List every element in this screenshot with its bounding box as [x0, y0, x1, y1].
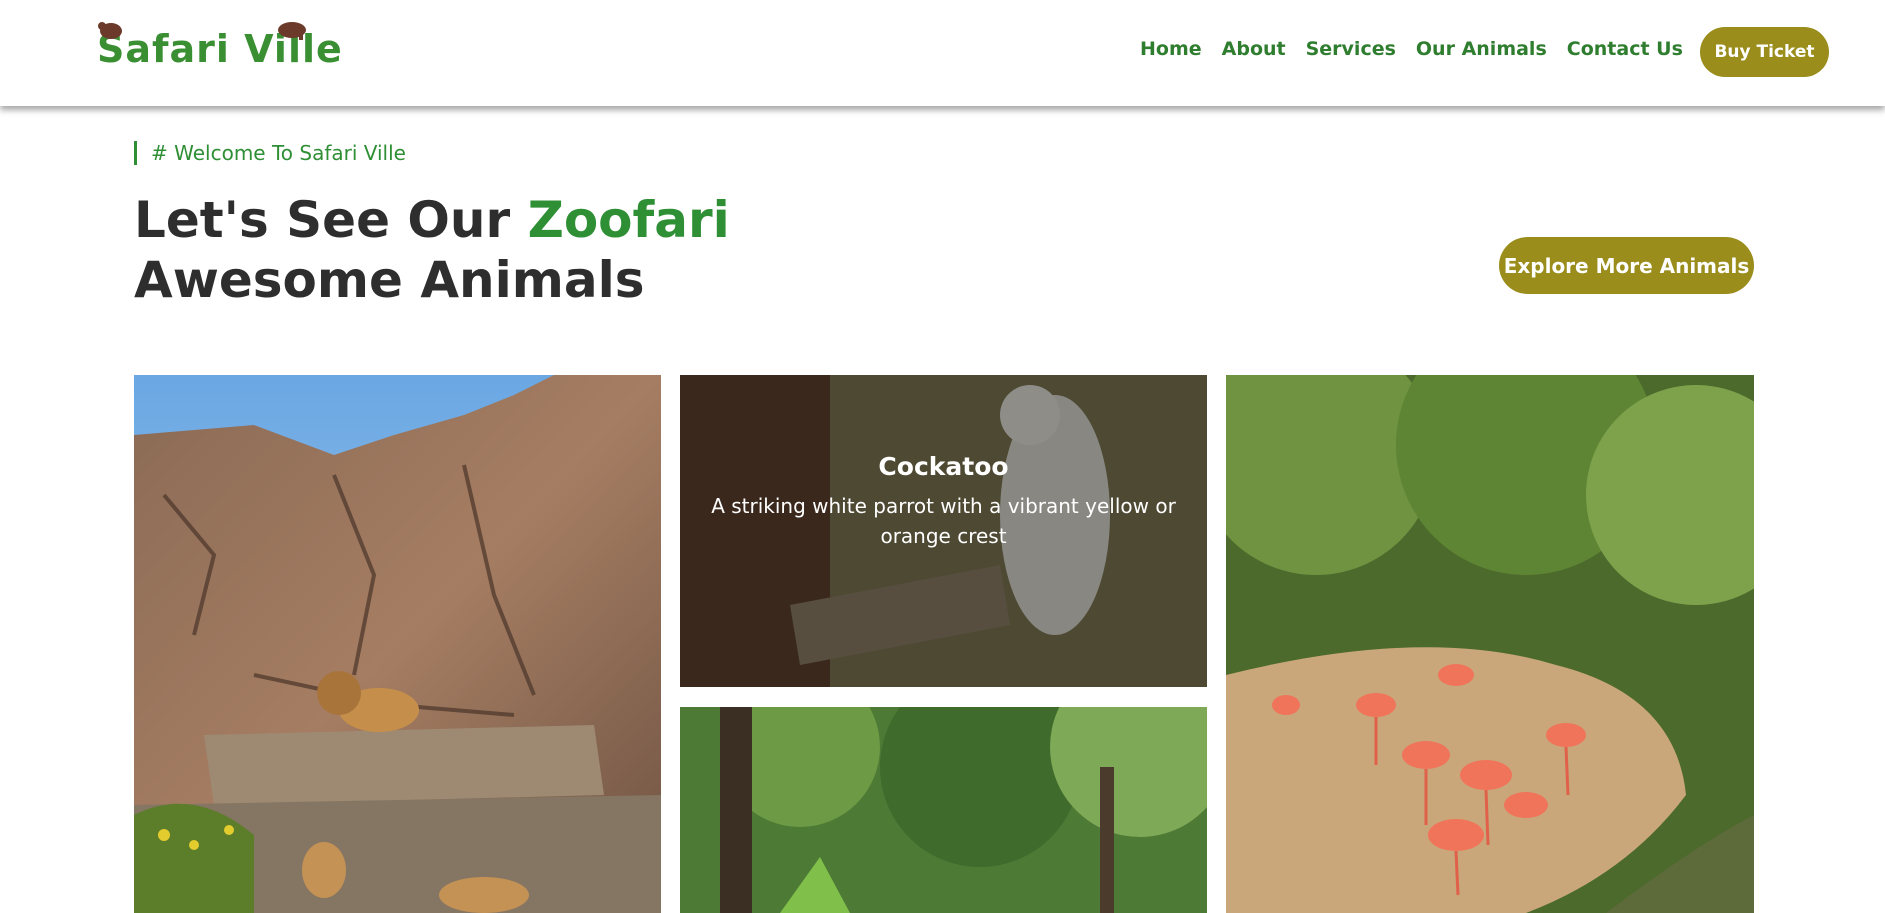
headline-accent: Zoofari: [527, 191, 730, 249]
animal-card-cockatoo[interactable]: Cockatoo A striking white parrot with a …: [680, 375, 1207, 687]
animal-card-forest[interactable]: [680, 707, 1207, 913]
card-title: Cockatoo: [878, 451, 1009, 481]
explore-more-animals-button[interactable]: Explore More Animals: [1499, 237, 1754, 294]
card-description: A striking white parrot with a vibrant y…: [711, 493, 1176, 548]
nav-our-animals[interactable]: Our Animals: [1416, 38, 1547, 60]
section-eyebrow: # Welcome To Safari Ville: [134, 141, 406, 165]
cockatoo-overlay: Cockatoo A striking white parrot with a …: [680, 375, 1207, 687]
buy-ticket-button[interactable]: Buy Ticket: [1700, 27, 1829, 77]
site-header: Safari Ville Home About Services Our Ani…: [0, 0, 1885, 106]
headline-text-start: Let's See Our: [134, 191, 528, 249]
animal-card-lion[interactable]: [134, 375, 661, 913]
animal-card-flamingo[interactable]: [1226, 375, 1754, 913]
monkey-logo-icon: [98, 22, 122, 39]
nav-home[interactable]: Home: [1140, 38, 1202, 60]
nav-contact-us[interactable]: Contact Us: [1567, 38, 1683, 60]
section-headline: Let's See Our Zoofari Awesome Animals: [134, 190, 894, 310]
logo[interactable]: Safari Ville: [97, 22, 343, 74]
lion-image: [134, 375, 661, 913]
elephant-logo-icon: [278, 22, 306, 40]
forest-image: [680, 707, 1207, 913]
nav-services[interactable]: Services: [1306, 38, 1396, 60]
flamingo-image: [1226, 375, 1754, 913]
headline-text-end: Awesome Animals: [134, 251, 645, 309]
nav-about[interactable]: About: [1222, 38, 1286, 60]
main-nav: Home About Services Our Animals Contact …: [1140, 38, 1683, 60]
